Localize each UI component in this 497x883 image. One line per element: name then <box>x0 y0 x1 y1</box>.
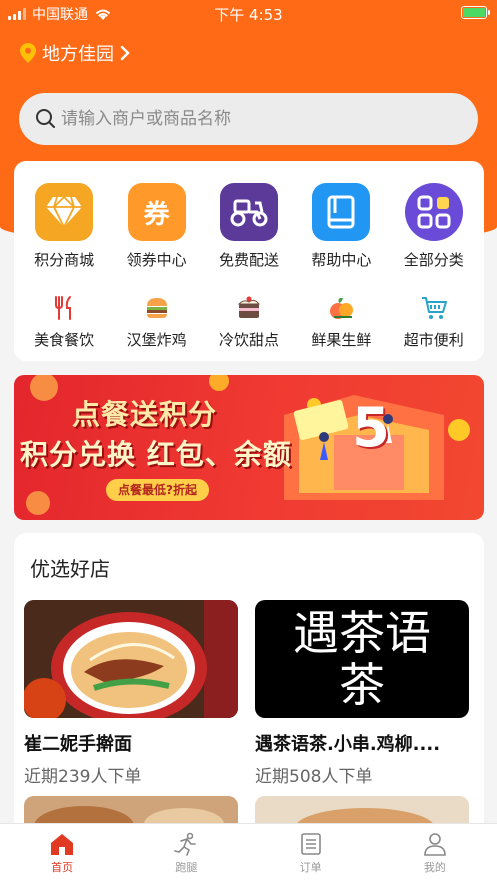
scooter-icon <box>219 183 278 241</box>
shop-logo-text: 遇茶语茶 <box>293 606 431 712</box>
fork-knife-icon <box>49 293 79 323</box>
shop-card[interactable]: 崔二妮手擀面 近期239人下单 <box>24 600 238 787</box>
category-label: 鲜果生鲜 <box>311 331 372 349</box>
tab-label: 首页 <box>51 861 74 874</box>
search-bar[interactable] <box>19 93 478 145</box>
grid-icon <box>404 183 463 241</box>
category-cold-drinks-desserts[interactable]: 冷饮甜点 <box>207 293 291 350</box>
category-help-center[interactable]: 帮助中心 <box>299 183 383 270</box>
chevron-right-icon <box>120 45 130 61</box>
burger-icon <box>142 293 172 323</box>
banner-badge: 5 <box>352 396 390 459</box>
order-list-icon <box>300 833 321 855</box>
category-supermarket[interactable]: 超市便利 <box>392 293 476 350</box>
runner-icon <box>174 832 197 856</box>
category-label: 免费配送 <box>218 251 279 269</box>
shop-card[interactable]: 遇茶语茶 遇茶语茶.小串.鸡柳.... 近期508人下单 <box>255 600 469 787</box>
promo-banner[interactable]: 5 点餐送积分 积分兑换 红包、余额 点餐最低?折起 <box>14 375 484 520</box>
category-all[interactable]: 全部分类 <box>392 183 476 270</box>
dessert-icon <box>234 293 264 323</box>
tab-errand[interactable]: 跑腿 <box>124 824 248 883</box>
category-label: 领券中心 <box>126 251 187 269</box>
tab-label: 跑腿 <box>175 861 198 874</box>
banner-subline: 积分兑换 红包、余额 <box>20 438 292 471</box>
category-fresh-fruit[interactable]: 鲜果生鲜 <box>299 293 383 350</box>
category-burger-chicken[interactable]: 汉堡炸鸡 <box>115 293 199 350</box>
shop-orders: 近期508人下单 <box>255 767 373 787</box>
shop-orders: 近期239人下单 <box>24 767 142 787</box>
banner-headline: 点餐送积分 <box>72 398 218 431</box>
tab-home[interactable]: 首页 <box>0 824 124 883</box>
category-label: 超市便利 <box>403 331 464 349</box>
status-bar: 中国联通 下午 4:53 <box>0 0 497 26</box>
status-time: 下午 4:53 <box>214 6 283 24</box>
fruit-icon <box>326 293 356 323</box>
category-coupon-center[interactable]: 券 领券中心 <box>115 183 199 270</box>
category-food-dining[interactable]: 美食餐饮 <box>22 293 106 350</box>
shop-image <box>24 600 238 718</box>
bottom-tab-bar: 首页 跑腿 订单 我的 <box>0 823 497 883</box>
coupon-icon: 券 <box>127 183 186 241</box>
category-label: 美食餐饮 <box>34 331 95 349</box>
category-points-mall[interactable]: 积分商城 <box>22 183 106 270</box>
cart-icon <box>419 293 449 323</box>
search-input[interactable] <box>61 109 441 129</box>
shop-name: 遇茶语茶.小串.鸡柳.... <box>255 734 441 755</box>
search-icon <box>36 109 55 128</box>
category-label: 汉堡炸鸡 <box>126 331 187 349</box>
book-icon <box>312 183 371 241</box>
location-pin-icon <box>20 43 36 63</box>
location-name: 地方佳园 <box>42 44 114 65</box>
category-label: 积分商城 <box>34 251 95 269</box>
category-label: 全部分类 <box>403 251 464 269</box>
tab-orders[interactable]: 订单 <box>249 824 373 883</box>
tab-label: 订单 <box>299 861 322 874</box>
home-icon <box>51 834 74 855</box>
category-free-delivery[interactable]: 免费配送 <box>207 183 291 270</box>
tab-profile[interactable]: 我的 <box>373 824 497 883</box>
profile-icon <box>424 833 446 856</box>
category-label: 帮助中心 <box>311 251 372 269</box>
shop-name: 崔二妮手擀面 <box>24 734 132 755</box>
battery-icon <box>461 6 490 19</box>
banner-pill: 点餐最低?折起 <box>106 479 209 501</box>
category-panel: 积分商城 券 领券中心 免费配送 帮助中心 全部分类 美食餐饮 汉堡炸鸡 冷饮甜… <box>14 161 484 361</box>
location-selector[interactable]: 地方佳园 <box>20 40 130 66</box>
category-label: 冷饮甜点 <box>218 331 279 349</box>
tab-label: 我的 <box>423 861 446 874</box>
section-title: 优选好店 <box>30 557 110 581</box>
diamond-icon <box>35 183 94 241</box>
shop-logo-image: 遇茶语茶 <box>255 600 469 718</box>
